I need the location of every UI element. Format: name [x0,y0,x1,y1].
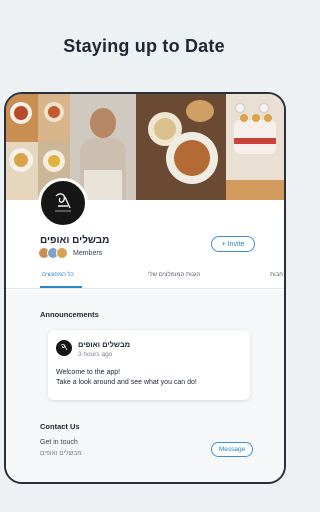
camera-dot-icon [260,104,268,112]
tab-more[interactable]: חבות [270,272,283,278]
food-tile [38,94,70,142]
food-tile [6,142,38,200]
message-button[interactable]: Message [211,442,253,457]
tab-all-meetings[interactable]: כל המפגשים [42,272,74,278]
author-avatar [56,340,72,356]
cake-photo [226,94,284,180]
announcements-title: Announcements [40,310,99,319]
invite-label: Invite [227,240,245,248]
invite-button[interactable]: + Invite [211,236,255,252]
food-tile [226,180,284,200]
post-author: מבשלים ואופים [78,340,131,349]
group-logo [38,178,88,228]
members-label: Members [73,249,103,257]
contact-title: Contact Us [40,422,80,431]
phone-frame: מבשלים ואופים Members + Invite כל המפגשי… [4,92,286,484]
members-row[interactable]: Members [38,247,102,259]
tab-recommended[interactable]: הגנות המומלצים שלי [148,272,200,278]
headline: Staying up to Date [63,36,225,56]
active-tab-indicator [40,286,82,288]
dish-photo [136,94,226,200]
announcement-card[interactable]: מבשלים ואופים 3 hours ago Welcome to the… [48,330,250,400]
post-time: 3 hours ago [78,351,113,358]
group-title: מבשלים ואופים [40,235,110,246]
camera-dot-icon [236,104,244,112]
member-avatar [56,247,68,259]
plus-icon: + [221,240,226,248]
post-body: Welcome to the app! Take a look around a… [56,368,197,388]
contact-subtitle: Get in touch [40,439,78,446]
post-line: Welcome to the app! [56,369,121,376]
post-line: Take a look around and see what you can … [56,379,197,386]
tab-bar: כל המפגשים הגנות המומלצים שלי חבות [6,264,284,289]
food-tile [6,94,38,142]
contact-group-name: מבשלים ואופים [40,450,82,457]
